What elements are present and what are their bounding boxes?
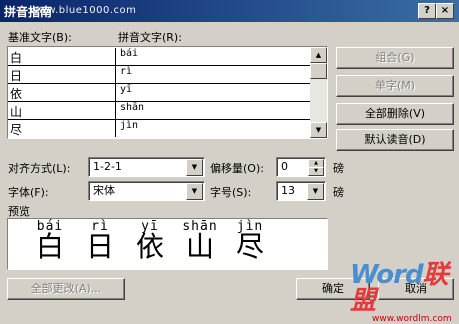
grid-row: 日 rì bbox=[8, 65, 310, 84]
font-label: 字体(F): bbox=[8, 186, 49, 199]
alignment-value: 1-2-1 bbox=[93, 160, 122, 173]
pinyin-cell[interactable]: rì bbox=[115, 66, 132, 83]
preview-hanzi: 日 bbox=[85, 230, 114, 263]
help-button[interactable]: ? bbox=[418, 3, 436, 19]
chevron-down-icon[interactable]: ▼ bbox=[186, 183, 203, 200]
preview-label: 预览 bbox=[8, 205, 30, 218]
size-select[interactable]: 13 ▼ bbox=[276, 181, 326, 201]
pinyin-cell[interactable]: bái bbox=[115, 48, 138, 65]
combine-button[interactable]: 组合(G) bbox=[336, 47, 454, 69]
pinyin-text-label: 拼音文字(R): bbox=[118, 31, 182, 44]
alignment-label: 对齐方式(L): bbox=[8, 162, 71, 175]
scroll-down-icon[interactable]: ▼ bbox=[310, 122, 327, 138]
delete-all-button[interactable]: 全部删除(V) bbox=[336, 103, 454, 125]
chevron-down-icon[interactable]: ▼ bbox=[186, 159, 203, 176]
preview-item: shān 山 bbox=[180, 219, 220, 262]
preview-box: bái 白 rì 日 yī 依 shān 山 jìn 尽 bbox=[7, 218, 328, 270]
single-char-button[interactable]: 单字(M) bbox=[336, 75, 454, 97]
grid-scrollbar[interactable]: ▲ ▼ bbox=[310, 47, 327, 138]
chevron-down-icon[interactable]: ▼ bbox=[307, 183, 324, 200]
base-cell[interactable]: 日 bbox=[10, 67, 22, 84]
alignment-select[interactable]: 1-2-1 ▼ bbox=[88, 157, 205, 177]
pinyin-grid: 白 bái 日 rì 依 yī 山 shān 尽 jìn ▲ ▼ bbox=[7, 46, 328, 139]
offset-value: 0 bbox=[281, 160, 288, 173]
scroll-thumb[interactable] bbox=[310, 63, 327, 79]
font-select[interactable]: 宋体 ▼ bbox=[88, 181, 205, 201]
watermark-logo: Word联盟 www.wordlm.com bbox=[350, 262, 458, 324]
offset-unit: 磅 bbox=[333, 162, 344, 175]
base-cell[interactable]: 山 bbox=[10, 103, 22, 120]
preview-hanzi: 尽 bbox=[235, 230, 264, 263]
pinyin-cell[interactable]: shān bbox=[115, 102, 144, 119]
base-cell[interactable]: 白 bbox=[10, 49, 22, 66]
preview-hanzi: 依 bbox=[135, 230, 164, 263]
preview-item: yī 依 bbox=[130, 219, 170, 262]
preview-hanzi: 白 bbox=[35, 230, 64, 263]
offset-stepper[interactable]: 0 ▲ ▼ bbox=[276, 157, 326, 177]
base-cell[interactable]: 依 bbox=[10, 85, 22, 102]
spin-down-icon[interactable]: ▼ bbox=[308, 167, 324, 176]
change-all-button[interactable]: 全部更改(A)... bbox=[7, 278, 125, 300]
pinyin-cell[interactable]: jìn bbox=[115, 120, 138, 137]
size-value: 13 bbox=[281, 184, 295, 197]
size-unit: 磅 bbox=[333, 186, 344, 199]
size-label: 字号(S): bbox=[210, 186, 252, 199]
grid-row: 白 bái bbox=[8, 47, 310, 66]
preview-item: jìn 尽 bbox=[230, 219, 270, 262]
default-reading-button[interactable]: 默认读音(D) bbox=[336, 129, 454, 151]
grid-row: 山 shān bbox=[8, 101, 310, 120]
grid-row: 尽 jìn bbox=[8, 119, 310, 137]
preview-hanzi: 山 bbox=[185, 230, 214, 263]
grid-row: 依 yī bbox=[8, 83, 310, 102]
base-cell[interactable]: 尽 bbox=[10, 121, 22, 138]
preview-item: bái 白 bbox=[30, 219, 70, 262]
pinyin-cell[interactable]: yī bbox=[115, 84, 132, 101]
watermark-url: www.wordlm.com bbox=[372, 314, 452, 324]
preview-item: rì 日 bbox=[80, 219, 120, 262]
offset-label: 偏移量(O): bbox=[210, 162, 264, 175]
font-value: 宋体 bbox=[93, 184, 115, 197]
scroll-up-icon[interactable]: ▲ bbox=[310, 47, 327, 63]
base-text-label: 基准文字(B): bbox=[8, 31, 72, 44]
close-button[interactable]: × bbox=[436, 3, 454, 19]
watermark-top: www.blue1000.com bbox=[30, 5, 137, 16]
